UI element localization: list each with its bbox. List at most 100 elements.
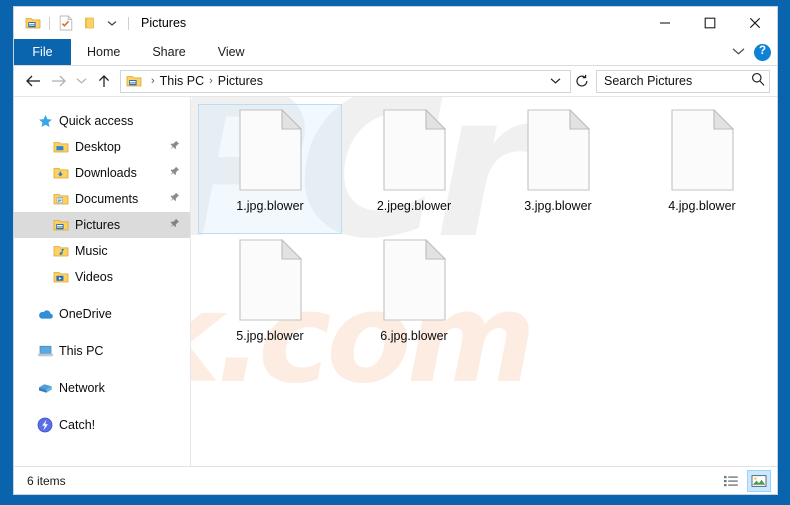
sidebar-label-this-pc: This PC [59,344,104,358]
forward-arrow-icon[interactable] [46,69,71,93]
file-item-2[interactable]: 2.jpeg.blower [342,104,486,234]
file-item-3[interactable]: 3.jpg.blower [486,104,630,234]
sidebar-item-desktop[interactable]: Desktop [14,134,190,160]
sidebar-item-onedrive[interactable]: OneDrive [14,301,190,327]
chevron-down-icon[interactable] [732,43,745,61]
file-item-4[interactable]: 4.jpg.blower [630,104,774,234]
sidebar-label-catch: Catch! [59,418,96,432]
sidebar-item-pictures[interactable]: Pictures [14,212,190,238]
sidebar-label-network: Network [59,381,105,395]
help-button[interactable]: ? [754,43,771,61]
status-bar: 6 items [14,466,777,494]
ribbon-right-controls: ? [732,39,771,65]
sidebar-gap-2 [14,327,190,338]
file-item-1[interactable]: 1.jpg.blower [198,104,342,234]
music-folder-icon [52,243,70,259]
window-title: Pictures [141,16,187,30]
sidebar-label-downloads: Downloads [75,166,137,180]
back-arrow-icon[interactable] [21,69,46,93]
explorer-icon[interactable] [23,13,43,33]
sidebar-item-music[interactable]: Music [14,238,190,264]
tab-home[interactable]: Home [71,39,136,65]
address-dropdown-icon[interactable] [544,77,567,85]
file-label: 3.jpg.blower [524,199,592,213]
onedrive-cloud-icon [36,306,54,322]
pin-icon[interactable] [169,192,180,206]
sidebar-item-videos[interactable]: Videos [14,264,190,290]
file-item-5[interactable]: 5.jpg.blower [198,234,342,364]
this-pc-icon [36,343,54,359]
sidebar-label-documents: Documents [75,192,139,206]
tab-view[interactable]: View [202,39,261,65]
view-toggle-group [719,469,771,492]
file-label: 5.jpg.blower [236,329,304,343]
address-bar-row: › This PC › Pictures Search Pictures [14,66,777,97]
file-label: 6.jpg.blower [380,329,448,343]
file-label: 4.jpg.blower [668,199,736,213]
sidebar-item-this-pc[interactable]: This PC [14,338,190,364]
explorer-body: Quick access Desktop Downloads Documents… [14,97,777,466]
pictures-folder-icon [125,73,143,89]
sidebar-item-documents[interactable]: Documents [14,186,190,212]
customize-dropdown-icon[interactable] [102,13,122,33]
breadcrumb-separator-0[interactable]: › [148,75,158,87]
catch-app-icon [36,417,54,433]
window-controls [642,7,777,39]
address-input[interactable]: › This PC › Pictures [120,69,571,93]
close-button[interactable] [732,7,777,39]
search-icon[interactable] [751,72,765,91]
blank-document-icon [382,109,446,191]
blank-document-icon [670,109,734,191]
toolbar-separator-2 [128,16,129,30]
file-explorer-window: Pictures File Home Share View ? › This P… [13,6,778,495]
sidebar-label-onedrive: OneDrive [59,307,112,321]
navigation-pane[interactable]: Quick access Desktop Downloads Documents… [14,97,191,466]
title-bar: Pictures [14,7,777,39]
up-arrow-icon[interactable] [91,69,116,93]
file-grid: 1.jpg.blower 2.jpeg.blower 3.jpg.blower … [191,97,777,364]
maximize-button[interactable] [687,7,732,39]
sidebar-item-catch[interactable]: Catch! [14,412,190,438]
pin-icon[interactable] [169,140,180,154]
ribbon-tab-strip: File Home Share View ? [14,39,777,66]
breadcrumb-this-pc[interactable]: This PC [158,74,206,88]
item-count-label: 6 items [27,473,66,488]
quick-access-toolbar [14,13,132,33]
minimize-button[interactable] [642,7,687,39]
star-icon [36,113,54,129]
recent-locations-icon[interactable] [71,69,91,93]
file-label: 1.jpg.blower [236,199,304,213]
file-item-6[interactable]: 6.jpg.blower [342,234,486,364]
search-box[interactable]: Search Pictures [596,69,770,93]
properties-icon[interactable] [56,13,76,33]
sidebar-label-quick-access: Quick access [59,114,134,128]
search-input[interactable]: Search Pictures [604,74,751,88]
desktop-folder-icon [52,139,70,155]
tab-file[interactable]: File [14,39,71,65]
pin-icon[interactable] [169,166,180,180]
pin-icon[interactable] [169,218,180,232]
sidebar-item-network[interactable]: Network [14,375,190,401]
network-icon [36,380,54,396]
blank-document-icon [526,109,590,191]
breadcrumb-pictures[interactable]: Pictures [216,74,265,88]
sidebar-label-music: Music [75,244,108,258]
breadcrumb-separator-1[interactable]: › [206,75,216,87]
documents-folder-icon [52,191,70,207]
refresh-icon[interactable] [571,70,593,93]
sidebar-gap-3 [14,364,190,375]
blank-document-icon [238,109,302,191]
tab-share[interactable]: Share [136,39,201,65]
sidebar-label-desktop: Desktop [75,140,121,154]
file-list-pane[interactable]: PCr risk.com 1.jpg.blower [191,97,777,466]
file-label: 2.jpeg.blower [376,199,452,213]
blank-document-icon [382,239,446,321]
new-folder-icon[interactable] [79,13,99,33]
sidebar-item-quick-access[interactable]: Quick access [14,108,190,134]
details-view-icon[interactable] [719,470,743,492]
downloads-folder-icon [52,165,70,181]
sidebar-label-videos: Videos [75,270,113,284]
blank-document-icon [238,239,302,321]
sidebar-item-downloads[interactable]: Downloads [14,160,190,186]
large-icons-view-icon[interactable] [747,469,771,492]
